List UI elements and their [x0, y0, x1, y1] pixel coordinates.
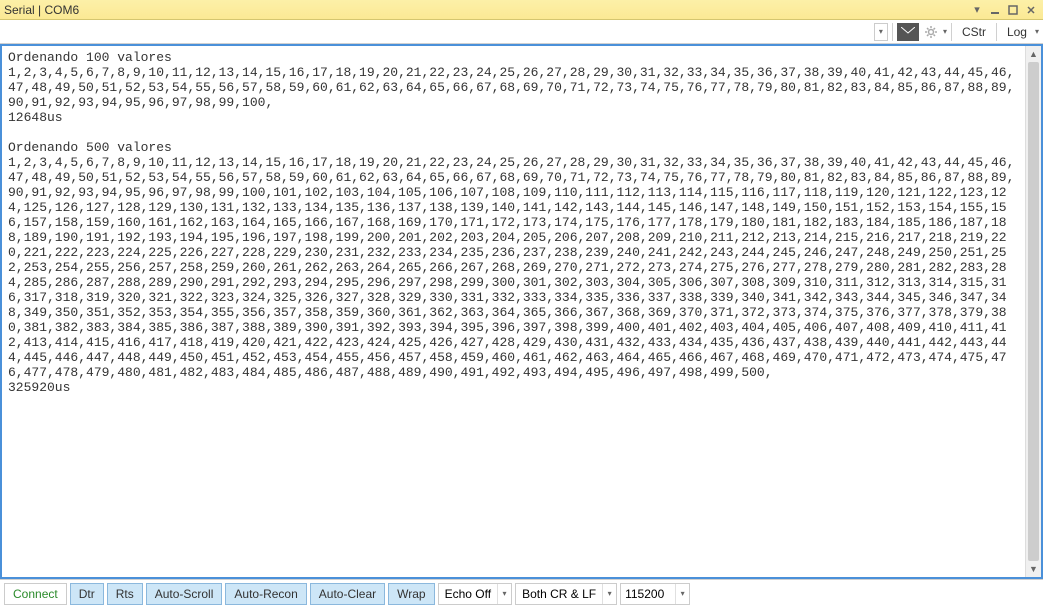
baud-dropdown[interactable]: ▾	[620, 583, 690, 605]
cstr-button[interactable]: CStr	[956, 23, 992, 41]
chevron-down-icon[interactable]: ▾	[675, 584, 689, 604]
bottom-bar: Connect Dtr Rts Auto-Scroll Auto-Recon A…	[0, 579, 1043, 607]
autorecon-button[interactable]: Auto-Recon	[225, 583, 306, 605]
titlebar: Serial | COM6 ▾	[0, 0, 1043, 20]
gear-icon[interactable]	[921, 22, 941, 42]
close-icon[interactable]	[1023, 3, 1039, 17]
dropdown-icon[interactable]: ▾	[969, 3, 985, 17]
window-controls: ▾	[969, 3, 1039, 17]
scroll-thumb[interactable]	[1028, 62, 1039, 561]
separator	[951, 23, 952, 41]
window-title: Serial | COM6	[4, 3, 969, 17]
log-button[interactable]: Log	[1001, 23, 1033, 41]
separator	[996, 23, 997, 41]
terminal-output[interactable]: Ordenando 100 valores 1,2,3,4,5,6,7,8,9,…	[2, 46, 1025, 577]
envelope-icon[interactable]	[897, 23, 919, 41]
connect-button[interactable]: Connect	[4, 583, 67, 605]
chevron-down-icon[interactable]: ▾	[497, 584, 511, 604]
baud-input[interactable]	[621, 584, 675, 604]
scroll-up-arrow[interactable]: ▲	[1026, 46, 1041, 62]
crlf-dropdown[interactable]: Both CR & LF ▾	[515, 583, 617, 605]
crlf-value: Both CR & LF	[516, 587, 602, 601]
gear-dropdown-icon[interactable]: ▾	[943, 27, 947, 36]
scroll-track[interactable]	[1026, 62, 1041, 561]
rts-button[interactable]: Rts	[107, 583, 143, 605]
autoscroll-button[interactable]: Auto-Scroll	[146, 583, 223, 605]
log-dropdown-icon[interactable]: ▾	[1035, 27, 1039, 36]
wrap-button[interactable]: Wrap	[388, 583, 434, 605]
echo-value: Echo Off	[439, 587, 497, 601]
autoclear-button[interactable]: Auto-Clear	[310, 583, 385, 605]
echo-dropdown[interactable]: Echo Off ▾	[438, 583, 512, 605]
main-area: Ordenando 100 valores 1,2,3,4,5,6,7,8,9,…	[0, 44, 1043, 579]
toolbar-dropdown[interactable]: ▾	[874, 23, 888, 41]
maximize-icon[interactable]	[1005, 3, 1021, 17]
dtr-button[interactable]: Dtr	[70, 583, 104, 605]
separator	[892, 23, 893, 41]
scrollbar[interactable]: ▲ ▼	[1025, 46, 1041, 577]
chevron-down-icon[interactable]: ▾	[602, 584, 616, 604]
toolbar: ▾ ▾ CStr Log ▾	[0, 20, 1043, 44]
scroll-down-arrow[interactable]: ▼	[1026, 561, 1041, 577]
minimize-icon[interactable]	[987, 3, 1003, 17]
